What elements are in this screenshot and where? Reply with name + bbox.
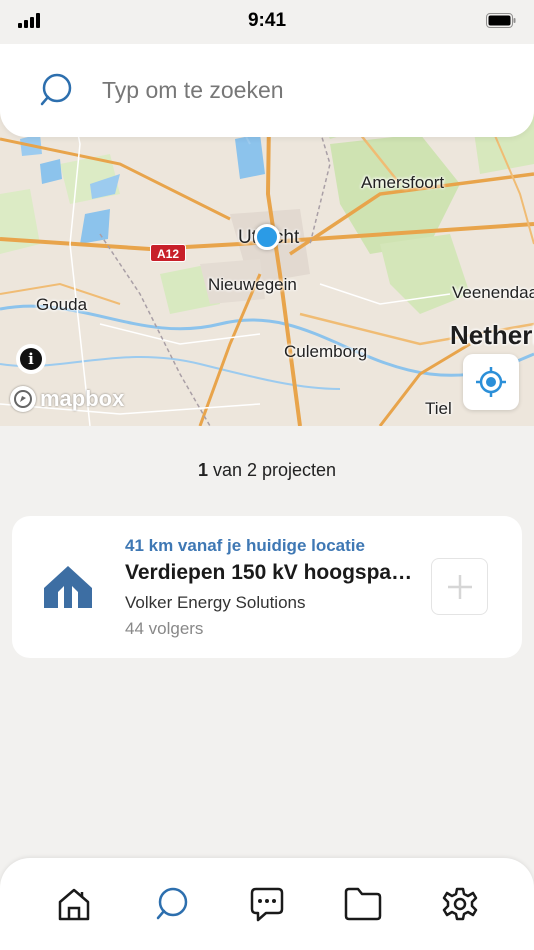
map-label-culemborg: Culemborg <box>284 342 368 361</box>
results-count: 1 van 2 projecten <box>0 460 534 481</box>
nav-settings[interactable] <box>440 884 480 924</box>
home-icon <box>58 888 90 921</box>
search-input[interactable] <box>102 72 502 108</box>
bottom-nav <box>0 858 534 950</box>
road-shield-a12: A12 <box>150 244 186 262</box>
project-card[interactable]: 41 km vanaf je huidige locatie Verdiepen… <box>12 516 522 658</box>
status-bar: 9:41 <box>0 0 534 44</box>
plus-icon <box>447 574 472 599</box>
mapbox-logo: mapbox <box>10 386 124 412</box>
search-icon <box>156 887 188 920</box>
map-label-netherlands: Netherlands <box>450 320 534 350</box>
results-current: 1 <box>197 460 208 480</box>
company-logo-icon <box>44 566 92 608</box>
crosshair-icon <box>476 367 506 397</box>
project-title: Verdiepen 150 kV hoogspanningsstation <box>125 561 415 584</box>
map-label-veenendaal: Veenendaal <box>452 283 534 302</box>
locate-me-button[interactable] <box>463 354 519 410</box>
battery-icon <box>486 13 516 28</box>
folder-icon <box>344 887 382 921</box>
user-location-dot <box>254 224 280 250</box>
settings-icon <box>442 887 478 921</box>
search-icon <box>40 73 72 106</box>
nav-home[interactable] <box>54 884 94 924</box>
status-time: 9:41 <box>247 10 287 31</box>
follow-project-button[interactable] <box>431 558 488 615</box>
map-info-button[interactable]: i <box>16 344 46 374</box>
info-icon: i <box>20 348 42 370</box>
nav-chat[interactable] <box>247 884 287 924</box>
project-distance: 41 km vanaf je huidige locatie <box>125 536 365 555</box>
map-label-gouda: Gouda <box>36 295 88 314</box>
project-company: Volker Energy Solutions <box>125 593 306 612</box>
mapbox-wordmark: mapbox <box>40 386 125 411</box>
map-label-nieuwegein: Nieuwegein <box>208 275 297 294</box>
nav-search[interactable] <box>152 884 192 924</box>
map-label-tiel: Tiel <box>425 399 452 418</box>
map-label-amersfoort: Amersfoort <box>361 173 445 192</box>
mapbox-mark-icon <box>10 386 36 412</box>
chat-icon <box>250 887 284 922</box>
project-followers: 44 volgers <box>125 619 204 638</box>
search-bar <box>0 44 534 137</box>
results-total-text: van 2 projecten <box>207 460 337 480</box>
nav-projects[interactable] <box>343 884 383 924</box>
